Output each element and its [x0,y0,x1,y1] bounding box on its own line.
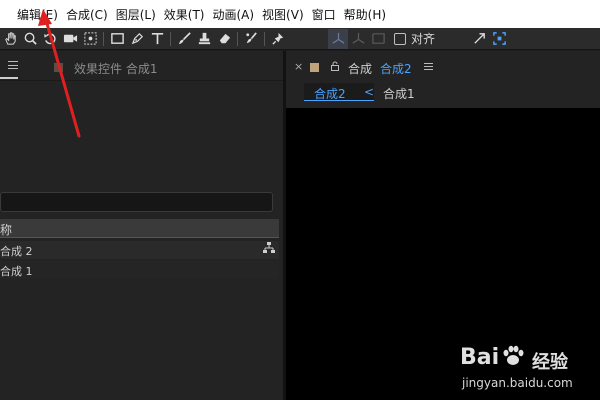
breadcrumb-active-comp[interactable]: 合成2 < [304,83,374,101]
composition-panel-menu-icon[interactable] [424,63,433,70]
project-panel-header: 效果控件 合成1 [0,51,283,81]
menu-help[interactable]: 帮助(H) [344,6,394,23]
snapping-toggle[interactable]: 对齐 [394,30,435,47]
toolbar-separator [264,31,265,46]
roto-brush-tool-icon[interactable] [241,29,261,49]
project-item-row[interactable]: 合成 1 [0,261,279,279]
eraser-tool-icon[interactable] [214,29,234,49]
project-item-row[interactable]: 合成 2 [0,241,279,259]
clone-stamp-tool-icon[interactable] [194,29,214,49]
toolbar: 对齐 [0,28,600,50]
expand-toolbar-icon[interactable] [469,29,489,49]
type-tool-icon[interactable] [147,29,167,49]
breadcrumb-active-label: 合成2 [314,87,346,101]
toolbar-separator [103,31,104,46]
watermark-url: jingyan.baidu.com [462,376,573,390]
toolbar-separator [237,31,238,46]
active-tab-indicator [0,77,18,79]
menu-composition[interactable]: 合成(C) [66,6,116,23]
effects-tab-color-swatch [54,63,63,72]
brush-tool-icon[interactable] [174,29,194,49]
toolbar-separator [170,31,171,46]
header-divider [0,237,279,238]
composition-tab-prefix: 合成 [348,62,373,76]
snapping-label: 对齐 [411,32,436,46]
menu-layer[interactable]: 图层(L) [116,6,164,23]
pen-tool-icon[interactable] [127,29,147,49]
panel-menu-icon[interactable] [8,61,18,69]
local-axis-mode-icon[interactable] [328,28,348,49]
snapping-checkbox[interactable] [394,32,406,45]
workspace-icon[interactable] [489,29,509,49]
menu-bar: 编辑(E) 合成(C) 图层(L) 效果(T) 动画(A) 视图(V) 窗口 帮… [0,0,600,28]
pan-behind-tool-icon[interactable] [80,29,100,49]
name-column-label: 称 [0,223,13,237]
menu-animation[interactable]: 动画(A) [212,6,262,23]
camera-tool-icon[interactable] [60,29,80,49]
menu-edit[interactable]: 编辑(E) [17,6,66,23]
project-item-name: 合成 1 [0,265,33,278]
rotate-tool-icon[interactable] [40,29,60,49]
rectangle-tool-icon[interactable] [107,29,127,49]
world-axis-mode-icon[interactable] [348,29,368,49]
lock-icon[interactable] [330,61,340,71]
menu-view[interactable]: 视图(V) [262,6,312,23]
baidu-jingyan-watermark: Bai 经验 jingyan.baidu.com [452,340,592,395]
breadcrumb-comp[interactable]: 合成1 [383,85,415,102]
composition-tab-active[interactable]: 合成2 [380,60,412,77]
hand-tool-icon[interactable] [0,29,20,49]
composition-color-swatch [310,63,319,72]
watermark-brand-suffix: 经验 [532,352,568,373]
flowchart-icon[interactable] [262,241,276,255]
project-item-name: 合成 2 [0,245,33,258]
name-column-header[interactable]: 称 [0,219,279,238]
view-axis-mode-icon[interactable] [368,29,388,49]
project-search-input[interactable] [0,192,273,212]
project-panel: 效果控件 合成1 称 合成 2 合成 1 [0,51,283,400]
menu-window[interactable]: 窗口 [312,6,344,23]
puppet-pin-tool-icon[interactable] [268,29,288,49]
close-panel-icon[interactable]: × [294,60,303,73]
menu-effect[interactable]: 效果(T) [164,6,213,23]
baidu-paw-logo-icon [503,345,524,365]
chevron-left-icon: < [364,85,375,99]
watermark-brand: Bai [460,345,500,370]
effects-controls-tab[interactable]: 效果控件 合成1 [74,60,157,77]
zoom-tool-icon[interactable] [20,29,40,49]
